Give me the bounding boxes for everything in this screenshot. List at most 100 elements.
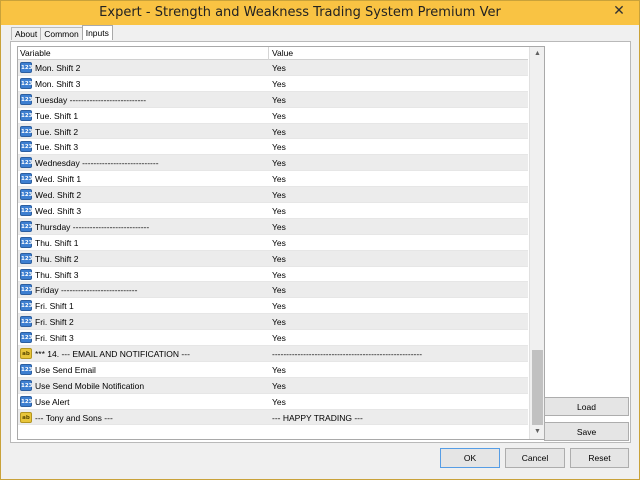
- table-row[interactable]: 123 Wednesday ---------------------------…: [18, 155, 528, 172]
- table-row[interactable]: 123 Mon. Shift 2 Yes: [18, 60, 528, 76]
- numeric-type-icon: 123: [20, 332, 32, 344]
- numeric-type-icon: 123: [20, 77, 32, 89]
- numeric-type-icon: 123: [20, 189, 32, 201]
- grid-header: Variable Value: [18, 47, 528, 60]
- column-header-variable[interactable]: Variable: [20, 48, 51, 58]
- table-row[interactable]: ab *** 14. --- EMAIL AND NOTIFICATION ---…: [18, 346, 528, 362]
- variable-name: Use Send Email: [35, 364, 96, 375]
- table-row[interactable]: 123 Wed. Shift 2 Yes: [18, 187, 528, 204]
- table-row[interactable]: 123 Thu. Shift 2 Yes: [18, 250, 528, 267]
- variable-name: Mon. Shift 3: [35, 78, 81, 89]
- string-type-icon: ab: [20, 411, 32, 423]
- numeric-type-icon: 123: [20, 379, 32, 391]
- variable-value[interactable]: Yes: [272, 317, 286, 327]
- table-row[interactable]: 123 Wed. Shift 3 Yes: [18, 203, 528, 219]
- table-row[interactable]: 123 Tuesday --------------------------- Ye…: [18, 91, 528, 108]
- variable-value[interactable]: --- HAPPY TRADING ---: [272, 413, 363, 423]
- table-row[interactable]: 123 Tue. Shift 1 Yes: [18, 107, 528, 124]
- table-row[interactable]: 123 Tue. Shift 3 Yes: [18, 139, 528, 156]
- variable-value[interactable]: Yes: [272, 301, 286, 311]
- variable-name: Use Send Mobile Notification: [35, 380, 145, 391]
- scroll-up-icon[interactable]: ▲: [530, 47, 544, 61]
- numeric-type-icon: 123: [20, 157, 32, 169]
- tab-inputs[interactable]: Inputs: [81, 25, 113, 40]
- window-title: Expert - Strength and Weakness Trading S…: [99, 5, 501, 20]
- numeric-type-icon: 123: [20, 109, 32, 121]
- table-row[interactable]: 123 Thu. Shift 1 Yes: [18, 234, 528, 251]
- variable-value[interactable]: Yes: [272, 285, 286, 295]
- variable-value[interactable]: Yes: [272, 111, 286, 121]
- variable-name: Fri. Shift 1: [35, 301, 74, 312]
- column-header-value[interactable]: Value: [272, 48, 293, 58]
- numeric-type-icon: 123: [20, 300, 32, 312]
- variable-value[interactable]: ----------------------------------------…: [272, 349, 422, 359]
- variable-value[interactable]: Yes: [272, 222, 286, 232]
- variable-value[interactable]: Yes: [272, 381, 286, 391]
- numeric-type-icon: 123: [20, 93, 32, 105]
- variable-value[interactable]: Yes: [272, 365, 286, 375]
- string-type-icon: ab: [20, 348, 32, 360]
- variable-name: Tue. Shift 1: [35, 110, 79, 121]
- table-row[interactable]: 123 Fri. Shift 3 Yes: [18, 330, 528, 347]
- variable-value[interactable]: Yes: [272, 127, 286, 137]
- variable-name: *** 14. --- EMAIL AND NOTIFICATION ---: [35, 349, 190, 360]
- variable-name: Thu. Shift 2: [35, 253, 79, 264]
- variable-name: Fri. Shift 2: [35, 317, 74, 328]
- close-icon[interactable]: ✕: [599, 1, 639, 21]
- variable-name: Friday ---------------------------: [35, 285, 138, 296]
- vertical-scrollbar[interactable]: ▲ ▼: [529, 47, 544, 439]
- variable-name: Wed. Shift 3: [35, 206, 82, 217]
- variable-value[interactable]: Yes: [272, 254, 286, 264]
- table-row[interactable]: 123 Wed. Shift 1 Yes: [18, 171, 528, 188]
- table-row[interactable]: 123 Thursday --------------------------- Y…: [18, 218, 528, 235]
- table-row[interactable]: 123 Tue. Shift 2 Yes: [18, 123, 528, 140]
- cancel-button[interactable]: Cancel: [505, 448, 565, 468]
- load-button[interactable]: Load: [544, 397, 629, 416]
- table-row[interactable]: 123 Use Send Mobile Notification Yes: [18, 377, 528, 394]
- table-row[interactable]: 123 Fri. Shift 2 Yes: [18, 314, 528, 331]
- numeric-type-icon: 123: [20, 141, 32, 153]
- numeric-type-icon: 123: [20, 205, 32, 217]
- table-row[interactable]: 123 Mon. Shift 3 Yes: [18, 75, 528, 92]
- inputs-panel: Variable Value 123 Mon. Shift 2 Yes 123 Mon.…: [10, 41, 631, 443]
- variable-name: Thursday ---------------------------: [35, 221, 150, 232]
- tab-common[interactable]: Common: [40, 27, 83, 40]
- numeric-type-icon: 123: [20, 220, 32, 232]
- variable-name: Thu. Shift 3: [35, 269, 79, 280]
- scroll-thumb[interactable]: [532, 350, 543, 425]
- column-divider[interactable]: [268, 47, 269, 60]
- variable-value[interactable]: Yes: [272, 333, 286, 343]
- table-row[interactable]: 123 Use Send Email Yes: [18, 361, 528, 378]
- reset-button[interactable]: Reset: [570, 448, 629, 468]
- variable-name: Wed. Shift 1: [35, 174, 82, 185]
- save-button[interactable]: Save: [544, 422, 629, 441]
- ok-button[interactable]: OK: [440, 448, 500, 468]
- numeric-type-icon: 123: [20, 284, 32, 296]
- variable-value[interactable]: Yes: [272, 95, 286, 105]
- variable-name: Use Alert: [35, 396, 70, 407]
- tab-strip: About Common Inputs: [11, 25, 113, 41]
- variable-name: Tuesday ---------------------------: [35, 94, 147, 105]
- table-row[interactable]: 123 Fri. Shift 1 Yes: [18, 298, 528, 315]
- table-row[interactable]: 123 Friday --------------------------- Yes: [18, 282, 528, 299]
- numeric-type-icon: 123: [20, 252, 32, 264]
- table-row[interactable]: ab --- Tony and Sons --- --- HAPPY TRADING…: [18, 409, 528, 426]
- scroll-down-icon[interactable]: ▼: [530, 425, 544, 439]
- variable-value[interactable]: Yes: [272, 63, 286, 73]
- table-row[interactable]: 123 Use Alert Yes: [18, 393, 528, 410]
- title-bar[interactable]: Expert - Strength and Weakness Trading S…: [1, 1, 639, 25]
- variable-value[interactable]: Yes: [272, 158, 286, 168]
- variable-value[interactable]: Yes: [272, 142, 286, 152]
- variable-value[interactable]: Yes: [272, 238, 286, 248]
- tab-about[interactable]: About: [11, 27, 42, 40]
- numeric-type-icon: 123: [20, 316, 32, 328]
- variable-value[interactable]: Yes: [272, 190, 286, 200]
- variable-name: Wed. Shift 2: [35, 190, 82, 201]
- table-row[interactable]: 123 Thu. Shift 3 Yes: [18, 266, 528, 283]
- variable-value[interactable]: Yes: [272, 174, 286, 184]
- variable-value[interactable]: Yes: [272, 79, 286, 89]
- variable-value[interactable]: Yes: [272, 206, 286, 216]
- numeric-type-icon: 123: [20, 173, 32, 185]
- variable-value[interactable]: Yes: [272, 270, 286, 280]
- variable-value[interactable]: Yes: [272, 397, 286, 407]
